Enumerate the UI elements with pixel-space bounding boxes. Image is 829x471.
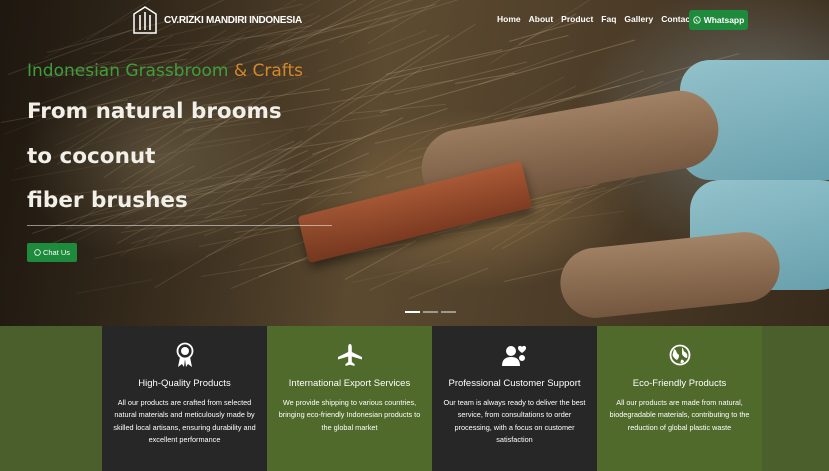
main-nav: Home About Product Faq Gallery Contact xyxy=(497,14,693,24)
whatsapp-icon xyxy=(693,16,701,24)
nav-link-product[interactable]: Product xyxy=(561,14,593,24)
whatsapp-button-label: Whatsapp xyxy=(703,15,745,25)
features-section: High-Quality Products All our products a… xyxy=(102,326,762,471)
nav-link-about[interactable]: About xyxy=(529,14,554,24)
carousel-indicator[interactable] xyxy=(405,311,420,313)
nav-link-gallery[interactable]: Gallery xyxy=(624,14,653,24)
hero-headline-line: fiber brushes xyxy=(27,188,188,213)
feature-card: International Export Services We provide… xyxy=(267,326,432,471)
whatsapp-icon xyxy=(34,249,41,256)
people-heart-icon xyxy=(432,342,597,368)
carousel-indicator[interactable] xyxy=(423,311,438,313)
airplane-icon xyxy=(267,342,432,368)
feature-title: Professional Customer Support xyxy=(448,378,581,389)
chat-us-button[interactable]: Chat Us xyxy=(27,243,77,262)
feature-title: Eco-Friendly Products xyxy=(632,378,727,389)
feature-description: All our products are crafted from select… xyxy=(113,398,256,444)
hero-eyebrow-green: Indonesian Grassbroom xyxy=(27,61,229,81)
brand-name: CV.RIZKI MANDIRI INDONESIA xyxy=(164,14,302,26)
feature-card: High-Quality Products All our products a… xyxy=(102,326,267,471)
hero-headline-line: From natural brooms xyxy=(27,99,282,124)
hero-eyebrow: Indonesian Grassbroom & Crafts xyxy=(27,61,303,81)
feature-title: High-Quality Products xyxy=(138,378,231,389)
brand-logo[interactable]: CV.RIZKI MANDIRI INDONESIA xyxy=(132,6,302,34)
carousel-indicator[interactable] xyxy=(441,311,456,313)
feature-description: All our products are made from natural, … xyxy=(609,398,750,432)
feature-title: International Export Services xyxy=(288,378,411,389)
carousel-indicators xyxy=(405,311,456,313)
feature-card: Professional Customer Support Our team i… xyxy=(432,326,597,471)
hero-headline-line: to coconut xyxy=(27,144,156,169)
nav-link-faq[interactable]: Faq xyxy=(601,14,616,24)
nav-link-home[interactable]: Home xyxy=(497,14,521,24)
feature-description: We provide shipping to various countries… xyxy=(278,398,421,432)
globe-icon xyxy=(597,342,762,368)
chat-us-label: Chat Us xyxy=(42,248,71,257)
whatsapp-button[interactable]: Whatsapp xyxy=(689,10,748,30)
award-ribbon-icon xyxy=(102,342,267,368)
hero-divider xyxy=(27,225,332,226)
feature-description: Our team is always ready to deliver the … xyxy=(443,398,586,444)
feature-card: Eco-Friendly Products All our products a… xyxy=(597,326,762,471)
broom-logo-icon xyxy=(133,6,157,34)
hero-eyebrow-orange: & Crafts xyxy=(233,61,304,81)
